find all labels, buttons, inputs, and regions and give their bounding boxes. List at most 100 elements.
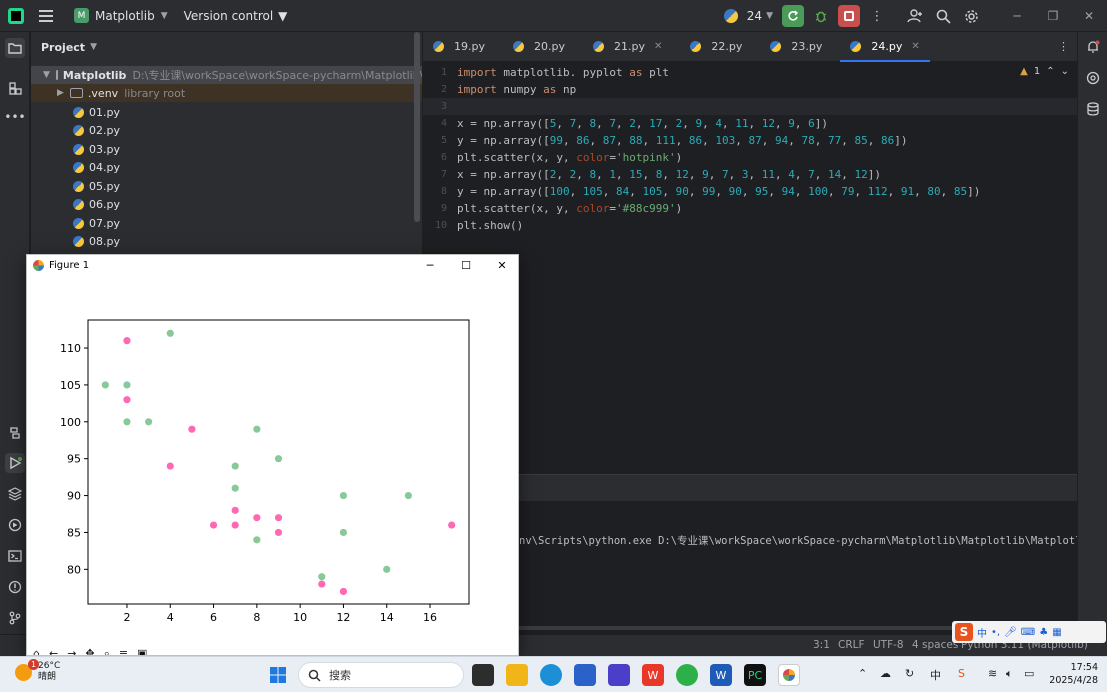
services-icon[interactable] [5, 515, 25, 535]
code-line[interactable]: 9 plt.scatter(x, y, color='#88c999') [423, 200, 1077, 217]
taskbar-search[interactable]: 搜索 [298, 662, 464, 688]
sogou-tray-icon[interactable]: S [958, 667, 965, 680]
code-line[interactable]: 3 [423, 98, 1077, 115]
tab-24-py[interactable]: 24.py ✕ [840, 32, 931, 62]
python-console-icon[interactable] [5, 423, 25, 443]
chevron-up-icon[interactable]: ⌃ [858, 667, 867, 680]
problems-icon[interactable] [5, 577, 25, 597]
edge-browser-icon[interactable] [540, 664, 562, 686]
code-editor[interactable]: 1 import matplotlib. pyplot as plt 2 import… [423, 62, 1077, 474]
store-icon[interactable] [574, 664, 596, 686]
tree-root-folder[interactable]: ▼ Matplotlib D:\专业课\workSpace\workSpace-… [31, 66, 422, 84]
tree-file-item[interactable]: 07.py [31, 214, 422, 232]
project-panel-header[interactable]: Project ▼ [31, 32, 422, 62]
terminal-icon[interactable] [5, 546, 25, 566]
code-line[interactable]: 1 import matplotlib. pyplot as plt [423, 64, 1077, 81]
minimize-button[interactable]: ─ [999, 0, 1035, 32]
code-line[interactable]: 7 x = np.array([2, 2, 8, 1, 15, 8, 12, 9,… [423, 166, 1077, 183]
code-line[interactable]: 4 x = np.array([5, 7, 8, 7, 2, 17, 2, 9, … [423, 115, 1077, 132]
wps-icon[interactable]: W [642, 664, 664, 686]
save-icon[interactable]: ▣ [137, 647, 147, 655]
line-separator[interactable]: CRLF [838, 639, 865, 651]
ime-toolbar[interactable]: S 中 •, 🎤︎ ⌨︎ ♣︎ ▦ [952, 621, 1106, 643]
code-line[interactable]: 10 plt.show() [423, 217, 1077, 234]
subplots-icon[interactable]: ≡ [119, 647, 128, 655]
version-control-menu[interactable]: Version control ▼ [184, 9, 288, 23]
onedrive-icon[interactable]: ☁︎ [880, 667, 891, 680]
zoom-icon[interactable]: ⌕ [104, 647, 110, 655]
tree-file-item[interactable]: 04.py [31, 159, 422, 177]
ai-assistant-icon[interactable] [1084, 69, 1102, 87]
tree-file-item[interactable]: 03.py [31, 140, 422, 158]
skin-icon[interactable]: ♣︎ [1039, 627, 1048, 638]
search-icon[interactable] [931, 4, 955, 28]
restore-button[interactable]: ❐ [1035, 0, 1071, 32]
chevron-down-icon[interactable]: ⌄ [1061, 66, 1069, 77]
caret-position[interactable]: 3:1 [813, 639, 830, 651]
project-switcher[interactable]: M Matplotlib ▼ [68, 4, 174, 28]
figure-maximize-button[interactable]: ☐ [448, 255, 484, 275]
tree-venv-folder[interactable]: ▶ .venv library root [31, 84, 422, 102]
windows-start-icon[interactable] [267, 664, 289, 686]
keyboard-icon[interactable]: ⌨︎ [1021, 627, 1035, 638]
figure-close-button[interactable]: ✕ [484, 255, 518, 275]
pycharm-taskbar-icon[interactable]: PC [744, 664, 766, 686]
weather-widget[interactable]: 1 26°C 晴朗 [15, 658, 60, 683]
tree-file-item[interactable]: 02.py [31, 122, 422, 140]
project-folder-icon[interactable] [5, 38, 25, 58]
rerun-button[interactable] [782, 5, 804, 27]
tree-file-item[interactable]: 06.py [31, 196, 422, 214]
volume-icon[interactable]: 🔈︎ [1006, 667, 1013, 681]
tree-file-item[interactable]: 01.py [31, 103, 422, 121]
sync-icon[interactable]: ↻ [905, 667, 914, 680]
forward-arrow-icon[interactable]: → [67, 647, 76, 655]
system-clock[interactable]: 17:54 2025/4/28 [1048, 661, 1098, 687]
tab-23-py[interactable]: 23.py [760, 32, 832, 62]
task-view-icon[interactable] [472, 664, 494, 686]
tree-file-item[interactable]: 08.py [31, 233, 422, 251]
code-line[interactable]: 6 plt.scatter(x, y, color='hotpink') [423, 149, 1077, 166]
code-line[interactable]: 2 import numpy as np [423, 81, 1077, 98]
notifications-bell-icon[interactable] [1084, 38, 1102, 56]
python-packages-icon[interactable] [5, 484, 25, 504]
tab-19-py[interactable]: 19.py [423, 32, 495, 62]
code-line[interactable]: 8 y = np.array([100, 105, 84, 105, 90, 99… [423, 183, 1077, 200]
tree-file-item[interactable]: 05.py [31, 177, 422, 195]
tab-21-py[interactable]: 21.py ✕ [583, 32, 672, 62]
database-icon[interactable] [1084, 100, 1102, 118]
close-tab-icon[interactable]: ✕ [911, 41, 919, 52]
settings-gear-icon[interactable] [959, 4, 983, 28]
pan-icon[interactable]: ✥ [85, 647, 94, 655]
battery-icon[interactable]: ▭ [1024, 667, 1034, 680]
inspection-widget[interactable]: ▲ 1 ⌃ ⌄ [1020, 66, 1069, 77]
close-button[interactable]: ✕ [1071, 0, 1107, 32]
back-arrow-icon[interactable]: ← [49, 647, 58, 655]
tab-20-py[interactable]: 20.py [503, 32, 575, 62]
home-icon[interactable]: ⌂ [33, 647, 40, 655]
stop-button[interactable] [838, 5, 860, 27]
wechat-icon[interactable] [676, 664, 698, 686]
more-vertical-icon[interactable]: ⋮ [1058, 40, 1071, 53]
matplotlib-taskbar-icon[interactable] [778, 664, 800, 686]
run-tool-icon[interactable] [5, 453, 25, 473]
main-menu-icon[interactable] [38, 8, 54, 24]
debug-button[interactable] [810, 5, 832, 27]
structure-icon[interactable] [5, 78, 25, 98]
figure-minimize-button[interactable]: ─ [412, 255, 448, 275]
git-icon[interactable] [5, 608, 25, 628]
ime-language[interactable]: 中 [977, 625, 987, 640]
file-encoding[interactable]: UTF-8 [873, 639, 904, 651]
file-explorer-icon[interactable] [506, 664, 528, 686]
close-tab-icon[interactable]: ✕ [654, 41, 662, 52]
microphone-icon[interactable]: 🎤︎ [1004, 627, 1017, 638]
add-user-icon[interactable] [903, 4, 927, 28]
wifi-icon[interactable]: ≋ [988, 667, 997, 680]
more-horizontal-icon[interactable]: ••• [4, 107, 25, 127]
word-icon[interactable]: W [710, 664, 732, 686]
ime-tray-icon[interactable]: 中 [930, 667, 941, 683]
pen-app-icon[interactable] [608, 664, 630, 686]
toolbox-icon[interactable]: ▦ [1052, 627, 1061, 638]
more-vertical-icon[interactable]: ⋮ [865, 4, 889, 28]
project-scrollbar[interactable] [414, 32, 420, 222]
python-packages-widget[interactable]: 24 ▼ [723, 9, 773, 23]
